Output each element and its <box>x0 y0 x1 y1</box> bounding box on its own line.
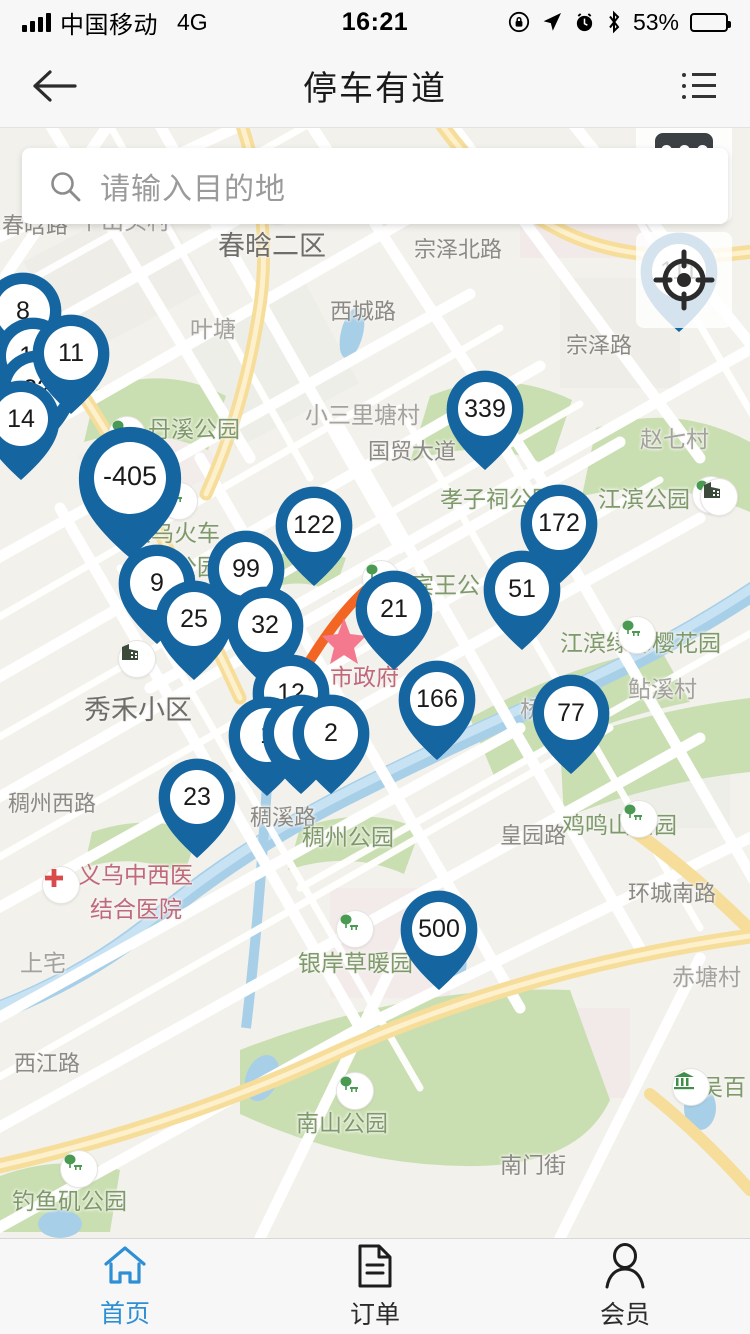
park-icon <box>336 1072 374 1110</box>
locate-me-button[interactable] <box>636 232 732 328</box>
park-icon <box>618 616 656 654</box>
battery-percent-label: 53% <box>632 8 679 35</box>
person-icon <box>605 1242 645 1288</box>
parking-marker-count: 11 <box>58 339 84 367</box>
map-label: 赵七村 <box>640 426 709 452</box>
map-label: 小三里塘村 <box>305 402 420 428</box>
map-label: 稠州西路 <box>8 791 97 816</box>
tab-member[interactable]: 会员 <box>500 1239 750 1334</box>
map-label: 环城南路 <box>628 881 717 906</box>
parking-marker-count: 51 <box>508 575 536 603</box>
tab-home-label: 首页 <box>99 1299 150 1328</box>
status-bar-right: 53% <box>508 8 731 36</box>
navigation-bar: 停车有道 <box>0 44 750 128</box>
map-label: 银岸草暖园 <box>298 950 413 976</box>
parking-marker-count: -405 <box>102 461 158 491</box>
map-label: 稠州公园 <box>302 824 394 850</box>
rotation-lock-icon <box>508 11 530 33</box>
parking-marker[interactable]: 77 <box>532 674 610 778</box>
parking-marker[interactable]: 25 <box>155 580 233 684</box>
parking-marker-count: 21 <box>380 595 408 623</box>
parking-marker-count: 172 <box>538 509 580 537</box>
parking-marker[interactable]: 500 <box>400 890 478 994</box>
park-icon <box>336 910 374 948</box>
parking-marker-count: 122 <box>293 511 335 539</box>
map-label: 西江路 <box>14 1051 81 1076</box>
hospital-icon <box>42 866 80 904</box>
map-label: 国贸大道 <box>368 439 457 464</box>
list-menu-button[interactable] <box>676 63 722 109</box>
map-label: 秀禾小区 <box>84 695 192 725</box>
parking-marker-count: 339 <box>464 395 506 423</box>
parking-marker-count: 500 <box>418 915 460 943</box>
parking-marker-count: 2 <box>324 719 338 747</box>
building-icon <box>700 478 738 516</box>
location-arrow-icon <box>543 13 561 31</box>
crosshair-locate-icon <box>653 249 715 311</box>
map-label: 钓鱼矶公园 <box>12 1188 127 1214</box>
page-title: 停车有道 <box>303 70 447 108</box>
parking-marker-count: 32 <box>251 611 279 639</box>
map-label: 春晗二区 <box>218 231 326 261</box>
parking-marker[interactable]: 51 <box>483 550 561 654</box>
parking-marker[interactable]: 2 <box>292 694 370 798</box>
park-icon <box>60 1150 98 1188</box>
parking-marker[interactable]: 23 <box>158 758 236 862</box>
parking-marker[interactable]: 339 <box>446 370 524 474</box>
home-icon <box>104 1245 146 1284</box>
parking-marker-count: 166 <box>416 685 458 713</box>
document-icon <box>358 1244 392 1287</box>
parking-marker[interactable]: 122 <box>275 486 353 590</box>
search-placeholder: 请输入目的地 <box>100 173 286 206</box>
alarm-clock-icon <box>576 12 593 31</box>
parking-marker-count: 77 <box>557 699 585 727</box>
list-menu-icon <box>682 72 716 99</box>
map-label: 江滨公园 <box>598 486 690 512</box>
museum-icon <box>672 1068 710 1106</box>
map-label: 宗泽路 <box>566 333 633 358</box>
bluetooth-icon <box>609 10 620 34</box>
bottom-tab-bar: 首页 订单 会员 <box>0 1238 750 1334</box>
parking-marker-count: 25 <box>180 605 208 633</box>
parking-marker-count: 23 <box>183 783 211 811</box>
parking-marker[interactable]: 11 <box>32 314 110 418</box>
parking-marker[interactable]: 21 <box>355 570 433 674</box>
parking-marker[interactable]: -405 <box>78 426 182 562</box>
map-label: 鲇溪村 <box>628 676 697 702</box>
tab-orders-label: 订单 <box>349 1300 400 1329</box>
status-bar: 中国移动 4G 16:21 53% <box>0 0 750 44</box>
map-label: 上宅 <box>20 950 66 976</box>
search-icon <box>51 172 81 202</box>
parking-marker-count: 99 <box>232 555 260 583</box>
back-button[interactable] <box>26 58 82 114</box>
map-label: 西城路 <box>330 299 397 324</box>
parking-marker[interactable]: 166 <box>398 660 476 764</box>
tab-orders[interactable]: 订单 <box>250 1239 500 1334</box>
app-screen: 中国移动 4G 16:21 53% 停车有道 春晗路 春晗二区 宗泽北路 叶塘 … <box>0 0 750 1334</box>
map-label: 赤塘村 <box>672 964 741 990</box>
tab-member-label: 会员 <box>599 1300 650 1329</box>
map-label: 结合医院 <box>90 896 182 922</box>
tab-home[interactable]: 首页 <box>0 1239 250 1334</box>
battery-icon <box>690 12 731 32</box>
map-label: 南门街 <box>500 1153 567 1178</box>
back-arrow-icon <box>33 69 77 102</box>
park-icon <box>620 800 658 838</box>
map-label: 叶塘 <box>190 316 236 342</box>
search-input[interactable]: 请输入目的地 <box>22 148 728 224</box>
map-label: 皇园路 <box>500 823 567 848</box>
map-label: 南山公园 <box>296 1110 388 1136</box>
map-label: 宗泽北路 <box>414 237 503 262</box>
